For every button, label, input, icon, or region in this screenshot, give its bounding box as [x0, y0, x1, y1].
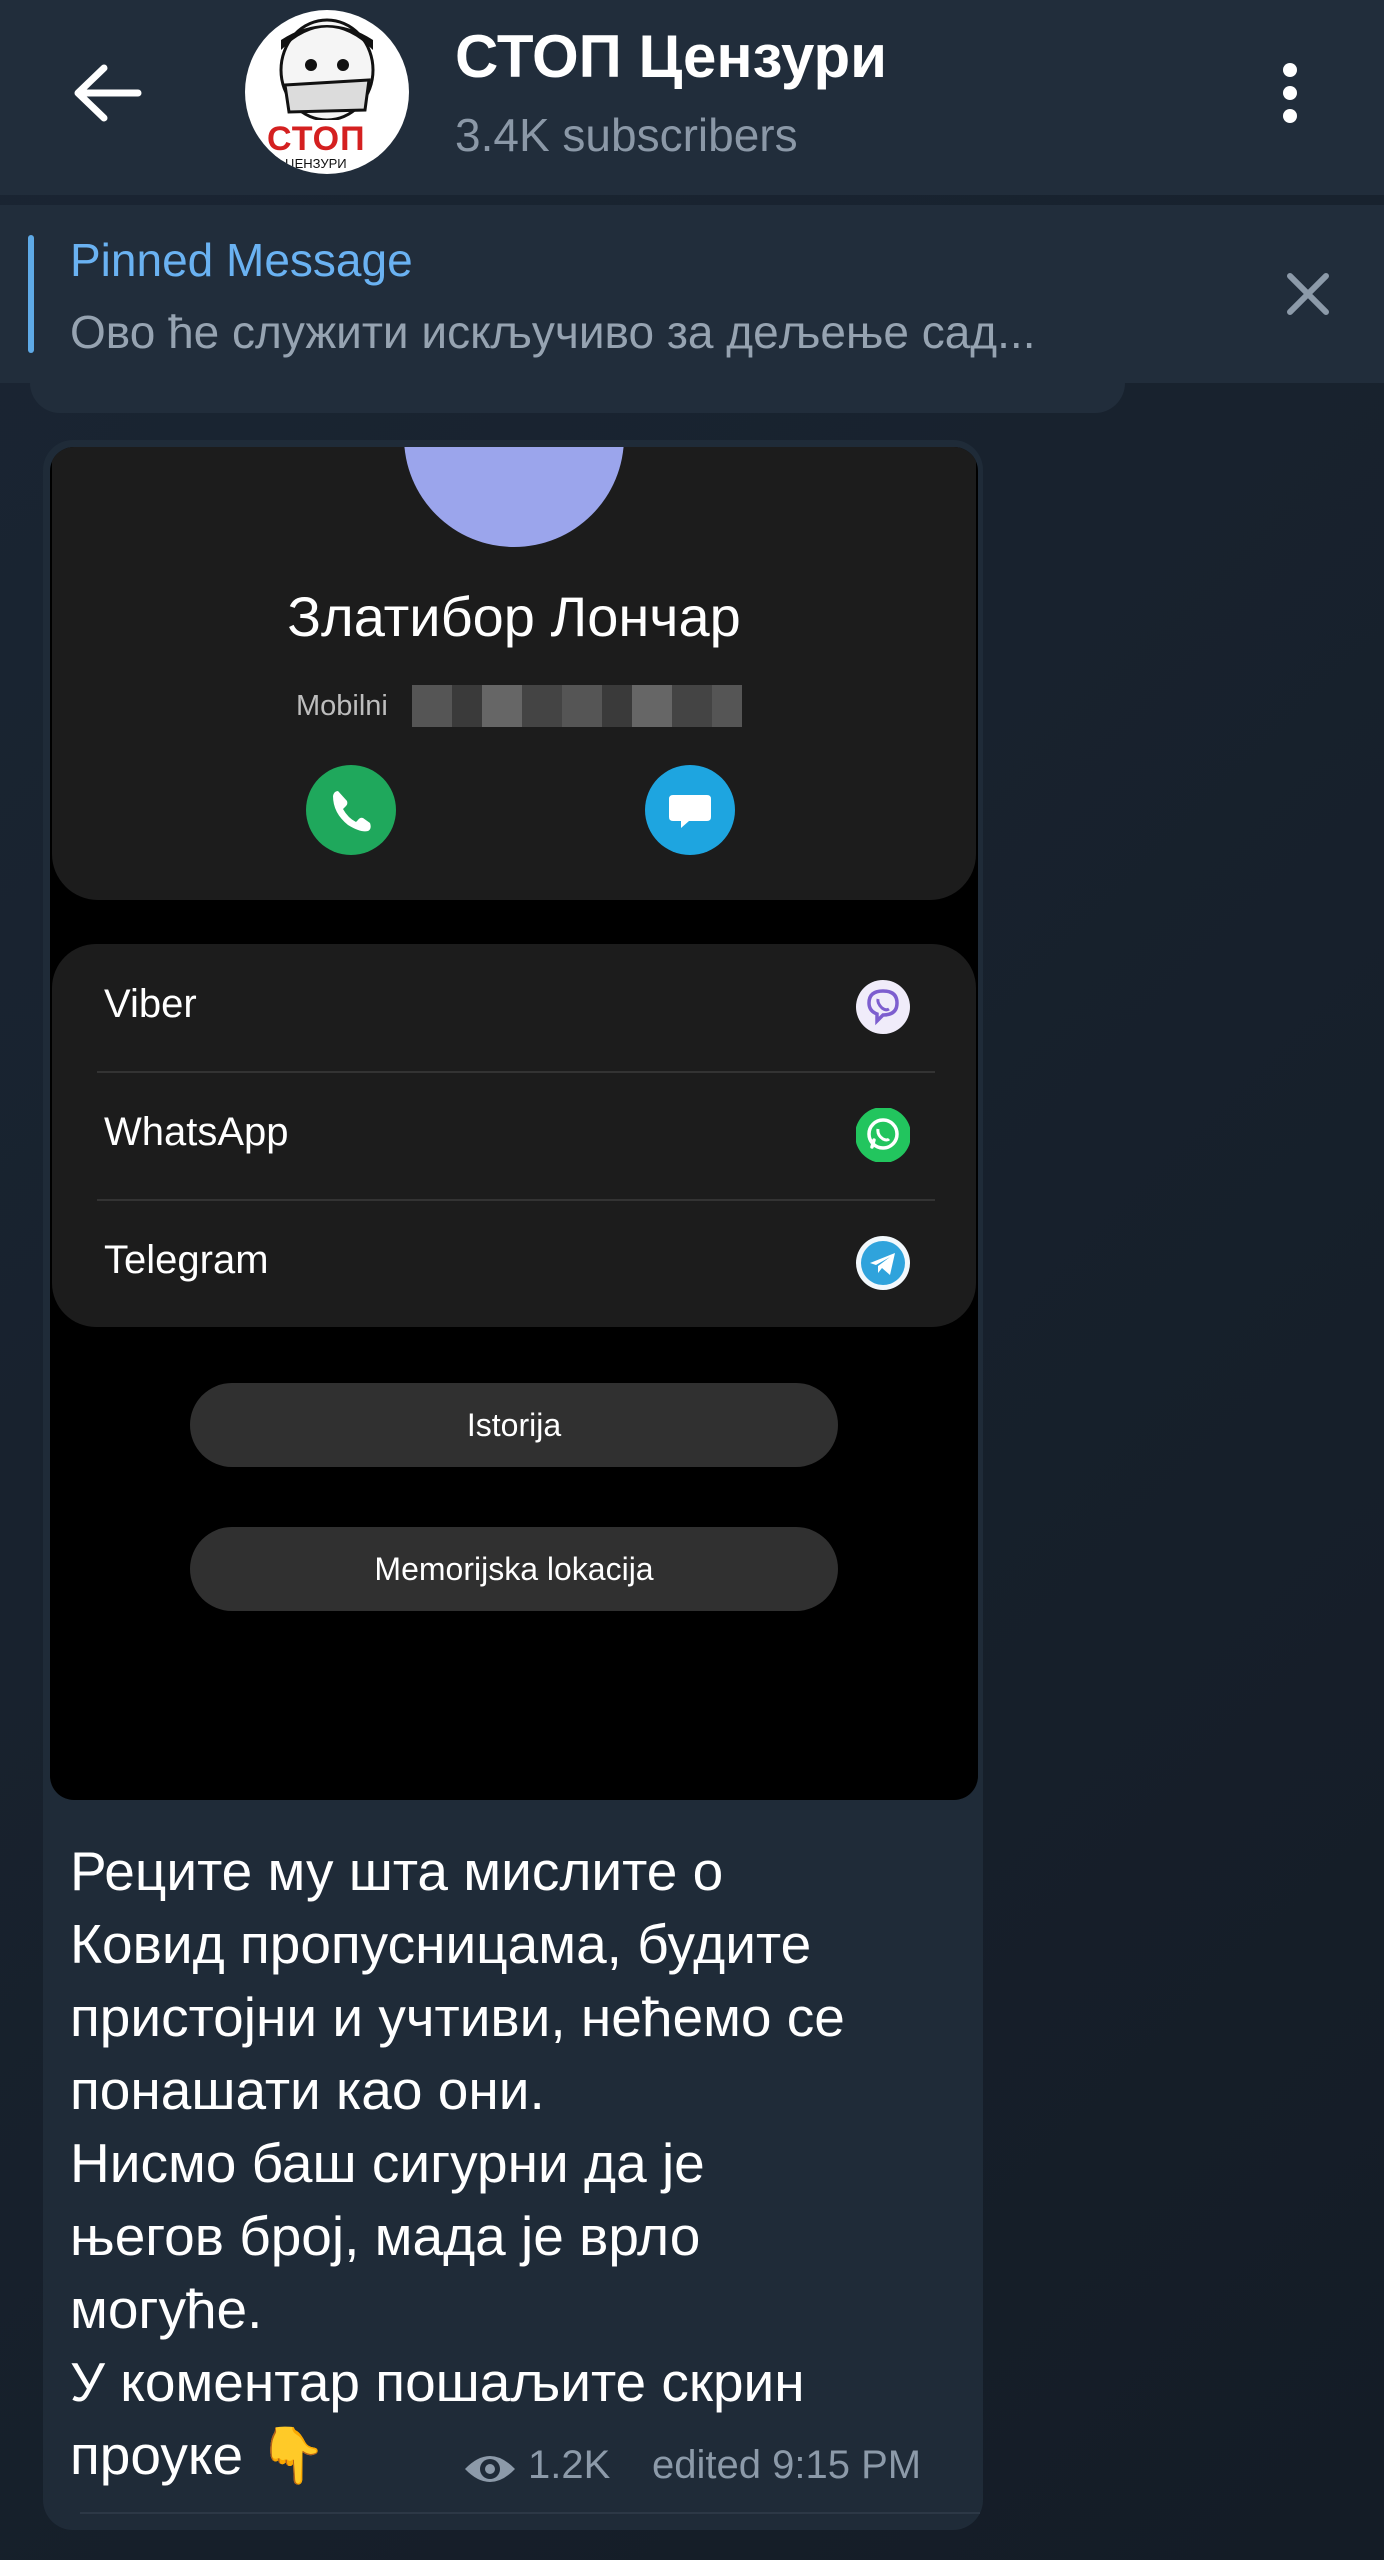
chat-bubble-icon: [669, 795, 711, 828]
eye-icon: [465, 2456, 515, 2482]
channel-header: СТОП ЦЕНЗУРИ СТОП Цензури 3.4K subscribe…: [0, 0, 1384, 195]
contact-avatar: [404, 447, 624, 547]
call-button[interactable]: [306, 765, 396, 855]
storage-location-button[interactable]: Memorijska lokacija: [190, 1527, 838, 1611]
pinned-message-bar[interactable]: Pinned Message Ово ће служити искључиво …: [0, 205, 1384, 383]
message-meta: 1.2K edited 9:15 PM: [462, 2437, 962, 2501]
phone-icon: [333, 791, 371, 832]
telegram-icon: [856, 1236, 910, 1290]
messaging-apps-card: Viber WhatsApp Telegram: [52, 944, 976, 1327]
contact-name: Златибор Лончар: [287, 585, 741, 648]
channel-title[interactable]: СТОП Цензури: [455, 22, 887, 91]
app-label: Viber: [104, 982, 197, 1026]
avatar-logo-subtext: ЦЕНЗУРИ: [285, 156, 347, 171]
app-row-whatsapp[interactable]: WhatsApp: [52, 1072, 976, 1200]
pinned-bar-shadow: [30, 383, 1125, 413]
subscriber-count: 3.4K subscribers: [455, 109, 798, 161]
mobile-label: Mobilni: [296, 690, 388, 722]
pinned-label: Pinned Message: [70, 234, 413, 286]
message-text: Реците му шта мислите о Ковид пропусница…: [70, 1840, 845, 2486]
message-photo[interactable]: Златибор Лончар Mobilni Viber WhatsApp T…: [50, 447, 978, 1800]
contact-card: Златибор Лончар Mobilni: [52, 447, 976, 900]
whatsapp-icon: [856, 1108, 910, 1162]
edited-timestamp: edited 9:15 PM: [652, 2443, 922, 2487]
back-arrow-icon[interactable]: [68, 58, 148, 128]
comments-divider: [80, 2512, 980, 2514]
close-icon[interactable]: [1280, 266, 1336, 322]
app-label: Telegram: [104, 1238, 269, 1282]
avatar-logo-text: СТОП: [267, 120, 366, 158]
view-count: 1.2K: [528, 2443, 611, 2487]
history-button[interactable]: Istorija: [190, 1383, 838, 1467]
channel-avatar[interactable]: СТОП ЦЕНЗУРИ: [245, 10, 409, 174]
viber-icon: [856, 980, 910, 1034]
redacted-number: [412, 685, 742, 727]
app-row-viber[interactable]: Viber: [52, 944, 976, 1072]
pinned-preview-text: Ово ће служити искључиво за дељење сад..…: [70, 306, 1036, 358]
app-row-telegram[interactable]: Telegram: [52, 1200, 976, 1328]
message-button[interactable]: [645, 765, 735, 855]
more-vert-icon[interactable]: [1265, 58, 1315, 128]
app-label: WhatsApp: [104, 1110, 289, 1154]
pinned-accent-bar: [28, 235, 34, 353]
